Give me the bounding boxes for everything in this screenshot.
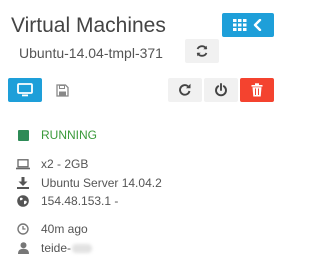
ip-row: 154.48.153.1 - <box>16 193 118 209</box>
age-text: 40m ago <box>41 222 88 236</box>
page-title: Virtual Machines <box>11 14 166 37</box>
floppy-disk-icon <box>56 84 69 97</box>
status-row: RUNNING <box>16 127 97 143</box>
reboot-icon <box>179 83 191 96</box>
vnc-console-button[interactable] <box>8 78 42 102</box>
resources-text: x2 - 2GB <box>41 157 89 171</box>
image-row: Ubuntu Server 14.04.2 <box>16 175 162 191</box>
user-icon <box>17 242 29 254</box>
chevron-left-icon <box>253 19 262 31</box>
save-button[interactable] <box>56 84 70 98</box>
owner-redacted <box>72 243 93 253</box>
globe-icon <box>17 195 29 207</box>
power-button[interactable] <box>204 78 238 102</box>
grid-icon <box>233 19 247 31</box>
refresh-button[interactable] <box>185 39 219 63</box>
owner-row: teide- <box>16 240 93 256</box>
status-badge: RUNNING <box>41 128 97 142</box>
image-text: Ubuntu Server 14.04.2 <box>41 176 162 190</box>
trash-icon <box>251 83 263 97</box>
reboot-button[interactable] <box>168 78 202 102</box>
age-row: 40m ago <box>16 221 88 237</box>
monitor-icon <box>17 83 33 97</box>
laptop-icon <box>16 158 30 169</box>
status-indicator <box>17 129 29 141</box>
clock-icon <box>17 223 29 235</box>
download-icon <box>17 177 29 189</box>
ip-text: 154.48.153.1 - <box>41 194 119 208</box>
owner-text: teide- <box>41 241 72 255</box>
resources-row: x2 - 2GB <box>16 156 88 172</box>
refresh-icon <box>196 45 208 57</box>
vm-name: Ubuntu-14.04-tmpl-371 <box>19 45 163 61</box>
grid-back-button[interactable] <box>222 13 274 37</box>
delete-button[interactable] <box>240 78 274 102</box>
power-icon <box>215 83 227 97</box>
